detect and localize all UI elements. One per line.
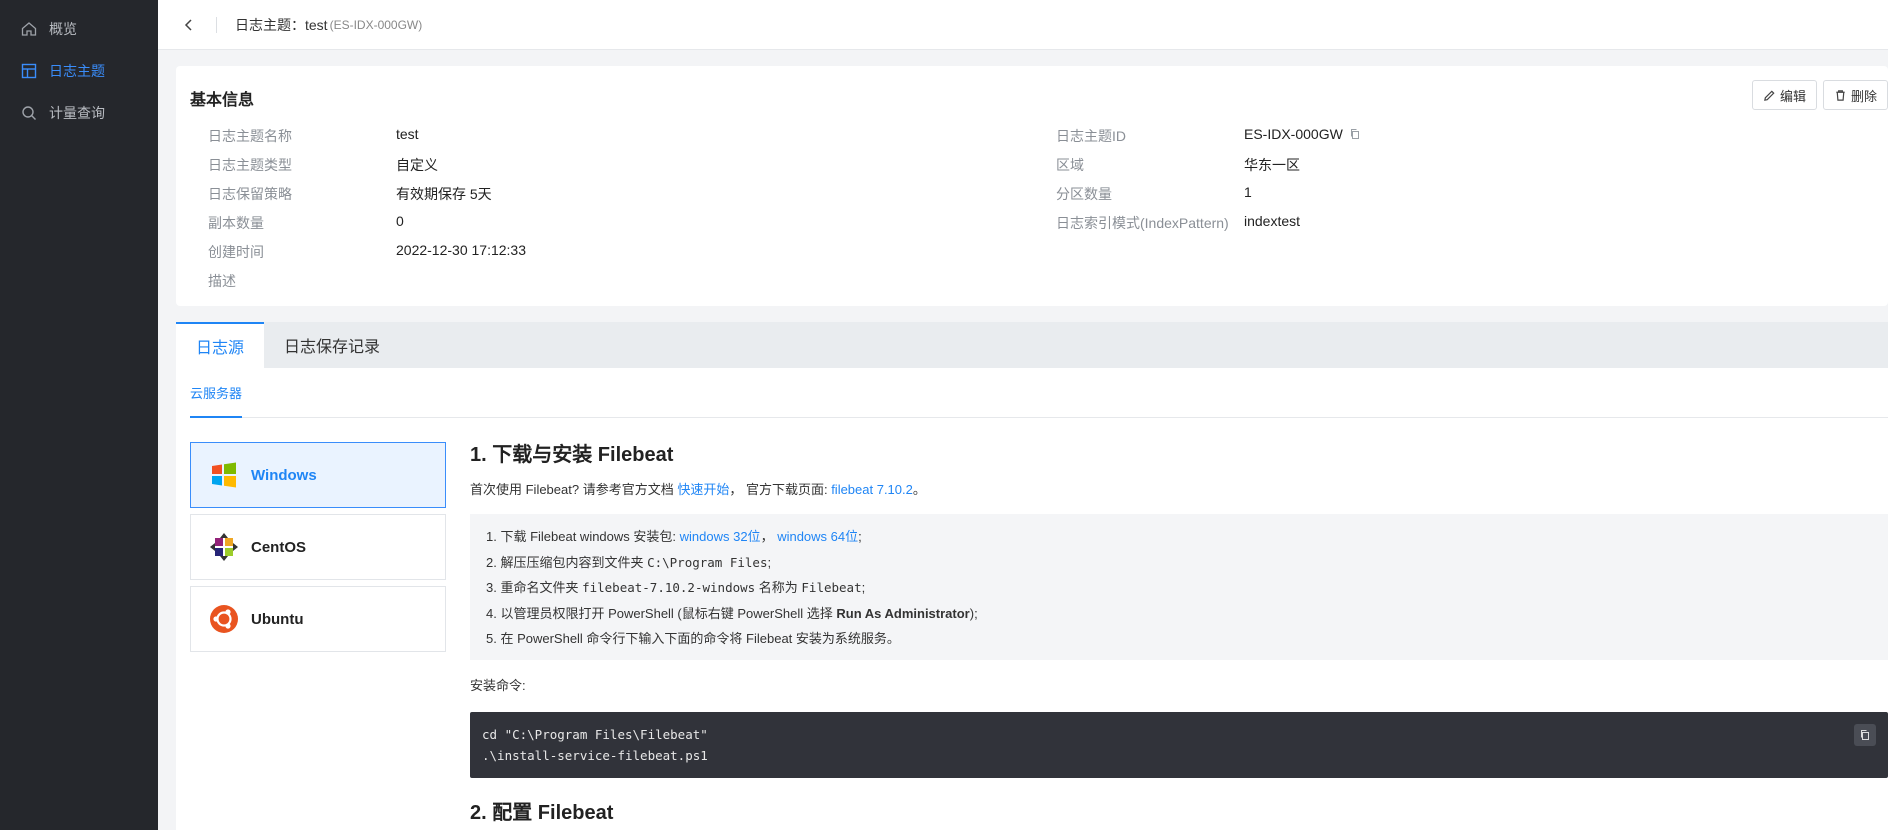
value-topic-id: ES-IDX-000GW (1244, 126, 1343, 142)
value-topic-id-wrap: ES-IDX-000GW (1244, 126, 1361, 142)
steps-box: 1. 下载 Filebeat windows 安装包: windows 32位，… (470, 514, 1888, 660)
intro-prefix: 首次使用 Filebeat? 请参考官方文档 (470, 482, 678, 497)
section1-title: 1. 下载与安装 Filebeat (470, 444, 674, 466)
label-index-pattern: 日志索引模式(IndexPattern) (1056, 215, 1229, 231)
value-topic-type: 自定义 (396, 157, 438, 173)
home-icon (20, 20, 38, 38)
step-text: ; (767, 554, 772, 570)
win32-link[interactable]: windows 32位 (680, 529, 761, 544)
code-line: .\install-service-filebeat.ps1 (482, 748, 708, 763)
header-divider (216, 16, 217, 33)
os-item-ubuntu[interactable]: Ubuntu (190, 586, 446, 652)
value-replicas: 0 (396, 213, 404, 229)
intro-text: 首次使用 Filebeat? 请参考官方文档 快速开始， 官方下载页面: fil… (470, 480, 1888, 500)
step-5: 5. 在 PowerShell 命令行下输入下面的命令将 Filebeat 安装… (486, 631, 900, 646)
intro-mid: ， 官方下载页面: (729, 482, 832, 497)
sidebar-item-label: 概览 (49, 21, 77, 37)
label-retention: 日志保留策略 (208, 186, 292, 202)
label-partitions: 分区数量 (1056, 186, 1112, 202)
value-retention: 有效期保存 5天 (396, 186, 492, 202)
tab-log-source[interactable]: 日志源 (176, 322, 265, 368)
pencil-icon (1764, 89, 1775, 101)
os-list: Windows CentOS Ubuntu (190, 442, 446, 658)
os-label: Windows (251, 466, 317, 484)
step-3: 3. 重命名文件夹 filebeat-7.10.2-windows 名称为 Fi… (486, 575, 1872, 601)
delete-label: 删除 (1850, 88, 1877, 104)
win64-link[interactable]: windows 64位 (777, 529, 858, 544)
os-label: CentOS (251, 538, 307, 556)
header-bar: 日志主题：test (ES-IDX-000GW) (158, 0, 1888, 50)
value-partitions: 1 (1244, 184, 1252, 200)
sidebar-item-label: 日志主题 (49, 63, 105, 79)
step-text: ; (861, 580, 866, 595)
sidebar: 概览 日志主题 计量查询 (0, 0, 158, 830)
install-command-label: 安装命令: (470, 678, 526, 693)
section2-title: 2. 配置 Filebeat (470, 802, 614, 824)
trash-icon (1836, 89, 1845, 101)
download-link[interactable]: filebeat 7.10.2 (831, 482, 913, 497)
os-label: Ubuntu (251, 610, 304, 628)
os-item-centos[interactable]: CentOS (190, 514, 446, 580)
step-text: 1. 下载 Filebeat windows 安装包: (486, 529, 680, 544)
label-region: 区域 (1056, 157, 1084, 173)
windows-logo-icon (209, 460, 239, 490)
label-replicas: 副本数量 (208, 215, 264, 231)
step-text: 4. 以管理员权限打开 PowerShell (鼠标右键 PowerShell … (486, 605, 837, 621)
value-topic-name: test (396, 126, 419, 142)
tab-bar: 日志源 日志保存记录 (176, 322, 1888, 368)
subtab-cloud-server[interactable]: 云服务器 (190, 368, 243, 418)
layout-icon (20, 62, 38, 80)
intro-suffix: 。 (912, 482, 926, 497)
label-created: 创建时间 (208, 244, 264, 260)
page-subtitle: (ES-IDX-000GW) (329, 17, 423, 32)
label-topic-name: 日志主题名称 (208, 128, 292, 144)
step-4: 4. 以管理员权限打开 PowerShell (鼠标右键 PowerShell … (486, 601, 1872, 627)
edit-button[interactable]: 编辑 (1751, 80, 1817, 110)
subtab-bar: 云服务器 (190, 368, 1888, 418)
code-line: cd "C:\Program Files\Filebeat" (482, 727, 708, 742)
step-text: 2. 解压压缩包内容到文件夹 (486, 554, 648, 570)
tab-retention-records[interactable]: 日志保存记录 (264, 322, 400, 368)
tabs-panel: 日志源 日志保存记录 云服务器 Windows CentOS Ubuntu 1.… (176, 322, 1888, 830)
sidebar-item-log-topic[interactable]: 日志主题 (0, 50, 158, 92)
search-icon (20, 104, 38, 122)
edit-label: 编辑 (1779, 88, 1806, 104)
back-arrow-icon[interactable] (182, 18, 196, 32)
main-area: 日志主题：test (ES-IDX-000GW) 基本信息 编辑 删除 日志主题… (158, 0, 1888, 830)
copy-icon[interactable] (1854, 724, 1876, 746)
label-description: 描述 (208, 273, 236, 289)
step-1: 1. 下载 Filebeat windows 安装包: windows 32位，… (486, 524, 1872, 550)
value-index-pattern: indextest (1244, 213, 1301, 229)
step-text: ); (969, 605, 978, 621)
step-text: 名称为 (755, 580, 802, 595)
step-bold: Run As Administrator (836, 605, 970, 621)
basic-info-card: 基本信息 编辑 删除 日志主题名称 test 日志主题类型 自定义 日志保留策略… (176, 66, 1888, 306)
inline-code: filebeat-7.10.2-windows (582, 580, 756, 595)
sidebar-item-overview[interactable]: 概览 (0, 8, 158, 50)
page-title: 日志主题：test (235, 16, 328, 33)
step-text: 3. 重命名文件夹 (486, 580, 583, 595)
os-item-windows[interactable]: Windows (190, 442, 446, 508)
step-text: ， (760, 529, 778, 544)
quickstart-link[interactable]: 快速开始 (677, 482, 729, 497)
card-actions: 编辑 删除 (1751, 80, 1888, 110)
centos-logo-icon (209, 532, 239, 562)
step-text: ; (858, 529, 862, 544)
step-2: 2. 解压压缩包内容到文件夹 C:\Program Files; (486, 550, 1872, 576)
label-topic-id: 日志主题ID (1056, 128, 1126, 144)
value-created: 2022-12-30 17:12:33 (396, 242, 526, 258)
delete-button[interactable]: 删除 (1822, 80, 1888, 110)
install-guide: 1. 下载与安装 Filebeat 首次使用 Filebeat? 请参考官方文档… (470, 442, 1888, 826)
code-block: cd "C:\Program Files\Filebeat" .\install… (470, 712, 1888, 778)
inline-code: Filebeat (801, 580, 862, 595)
label-topic-type: 日志主题类型 (208, 157, 292, 173)
inline-code: C:\Program Files (647, 554, 768, 570)
value-region: 华东一区 (1244, 157, 1300, 173)
copy-icon[interactable] (1349, 128, 1361, 140)
sidebar-item-metering[interactable]: 计量查询 (0, 92, 158, 134)
ubuntu-logo-icon (209, 604, 239, 634)
sidebar-item-label: 计量查询 (49, 105, 105, 121)
basic-info-title: 基本信息 (190, 92, 255, 109)
